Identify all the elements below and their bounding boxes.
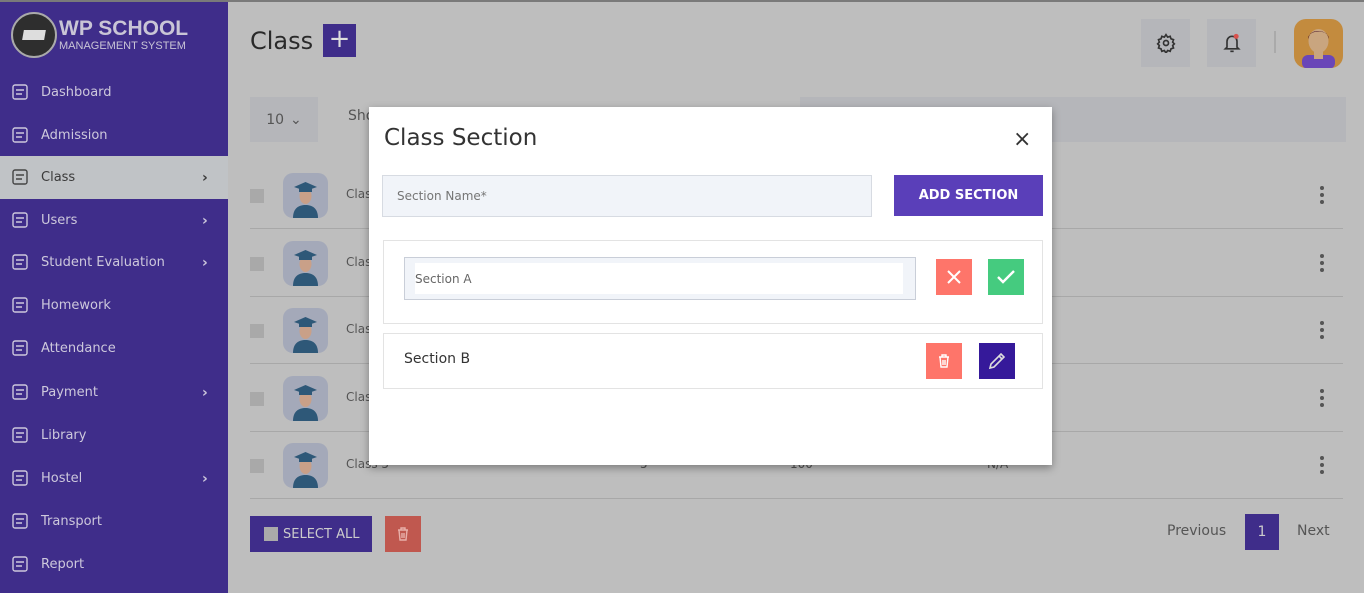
section-name-input[interactable]	[382, 175, 872, 217]
books-icon	[12, 427, 28, 443]
row-checkbox[interactable]	[250, 324, 264, 338]
graduate-avatar-icon	[283, 443, 328, 488]
settings-button[interactable]	[1141, 19, 1190, 67]
row-checkbox[interactable]	[250, 459, 264, 473]
more-options-icon[interactable]	[1320, 456, 1324, 477]
sidebar-item-admission[interactable]: Admission	[0, 114, 228, 157]
sidebar: WP SCHOOL MANAGEMENT SYSTEM Dashboard Ad…	[0, 2, 228, 593]
delete-selected-button[interactable]	[385, 516, 421, 552]
chevron-right-icon: ›	[202, 384, 208, 401]
more-options-icon[interactable]	[1320, 321, 1324, 342]
more-options-icon[interactable]	[1320, 253, 1324, 275]
pencil-icon	[988, 352, 1006, 370]
delete-section-button[interactable]	[926, 343, 962, 379]
clipboard-list-icon	[12, 254, 28, 270]
clipboard-check-icon	[12, 340, 28, 356]
modal-title: Class Section	[384, 125, 538, 151]
sidebar-item-users[interactable]: Users ›	[0, 199, 228, 242]
close-icon	[947, 270, 961, 284]
sidebar-item-hostel[interactable]: Hostel ›	[0, 457, 228, 500]
header-divider	[1274, 31, 1276, 53]
sidebar-item-label: Attendance	[41, 341, 116, 356]
sidebar-item-label: Hostel	[41, 471, 83, 486]
close-icon[interactable]: ×	[1013, 127, 1031, 152]
homework-icon	[12, 297, 28, 313]
save-edit-button[interactable]	[988, 259, 1024, 295]
next-page-button[interactable]: Next	[1297, 523, 1330, 539]
sidebar-item-label: Users	[41, 213, 78, 228]
chevron-right-icon: ›	[202, 470, 208, 487]
sidebar-item-label: Admission	[41, 128, 108, 143]
sidebar-item-label: Class	[41, 170, 76, 185]
user-avatar[interactable]	[1294, 19, 1343, 68]
add-section-button[interactable]: ADD SECTION	[894, 175, 1043, 216]
select-all-button[interactable]: SELECT ALL	[250, 516, 372, 552]
report-icon	[12, 556, 28, 572]
sidebar-item-label: Report	[41, 557, 85, 572]
bell-icon	[1222, 33, 1241, 53]
per-page-select[interactable]: 10 ⌄	[250, 97, 318, 142]
logo-subtitle: MANAGEMENT SYSTEM	[59, 40, 186, 52]
row-checkbox[interactable]	[250, 256, 264, 271]
section-edit-input[interactable]	[415, 263, 903, 294]
section-list-item: Section B	[383, 333, 1043, 389]
sidebar-item-label: Homework	[41, 298, 111, 313]
sidebar-item-dashboard[interactable]: Dashboard	[0, 71, 228, 114]
section-edit-field[interactable]	[404, 257, 916, 300]
sidebar-item-transport[interactable]: Transport	[0, 500, 228, 543]
gear-icon	[1155, 33, 1176, 53]
grid-icon	[12, 84, 28, 100]
sidebar-item-attendance[interactable]: Attendance	[0, 327, 228, 370]
chevron-right-icon: ›	[202, 169, 208, 186]
checkbox	[264, 527, 278, 541]
per-page-value: 10	[266, 111, 285, 128]
logo-emblem	[11, 12, 57, 58]
cancel-edit-button[interactable]	[936, 259, 972, 295]
sidebar-item-payment[interactable]: Payment ›	[0, 371, 228, 414]
more-options-icon[interactable]	[1320, 388, 1324, 410]
class-section-modal: Class Section × ADD SECTION Section B	[369, 107, 1052, 465]
bus-icon	[12, 513, 28, 529]
sidebar-item-label: Library	[41, 428, 87, 443]
sidebar-item-homework[interactable]: Homework	[0, 284, 228, 327]
row-checkbox[interactable]	[250, 189, 264, 203]
trash-icon	[398, 527, 408, 541]
graduate-avatar-icon	[283, 375, 328, 421]
page-title: Class	[250, 27, 314, 55]
add-class-button[interactable]: +	[323, 24, 356, 57]
sidebar-item-report[interactable]: Report	[0, 543, 228, 586]
logo-title: WP SCHOOL	[59, 17, 189, 40]
previous-page-button[interactable]: Previous	[1167, 523, 1226, 539]
form-edit-icon	[12, 127, 28, 143]
sidebar-item-label: Student Evaluation	[41, 255, 165, 270]
sidebar-item-label: Payment	[41, 385, 98, 400]
section-edit-card	[383, 240, 1043, 324]
chevron-down-icon: ⌄	[290, 111, 302, 128]
select-all-label: SELECT ALL	[283, 526, 360, 542]
graduate-avatar-icon	[283, 173, 328, 218]
more-options-icon[interactable]	[1320, 186, 1324, 207]
wallet-icon	[12, 384, 28, 400]
trash-icon	[939, 354, 949, 368]
logo[interactable]: WP SCHOOL MANAGEMENT SYSTEM	[11, 12, 188, 58]
sidebar-item-student-evaluation[interactable]: Student Evaluation ›	[0, 241, 228, 284]
classroom-icon	[12, 169, 28, 185]
sidebar-item-label: Dashboard	[41, 85, 112, 100]
section-name: Section B	[404, 351, 471, 367]
edit-section-button[interactable]	[979, 343, 1015, 379]
building-icon	[12, 470, 28, 486]
chevron-right-icon: ›	[202, 254, 208, 271]
graduate-avatar-icon	[283, 308, 328, 353]
graduate-avatar-icon	[283, 240, 328, 286]
row-checkbox[interactable]	[250, 391, 264, 406]
check-icon	[997, 270, 1015, 284]
user-icon	[12, 212, 28, 228]
chevron-right-icon: ›	[202, 212, 208, 229]
sidebar-item-label: Transport	[41, 514, 103, 529]
page-1-button[interactable]: 1	[1245, 514, 1279, 550]
notifications-button[interactable]	[1207, 19, 1256, 67]
sidebar-item-library[interactable]: Library	[0, 414, 228, 457]
sidebar-item-class[interactable]: Class ›	[0, 156, 228, 199]
